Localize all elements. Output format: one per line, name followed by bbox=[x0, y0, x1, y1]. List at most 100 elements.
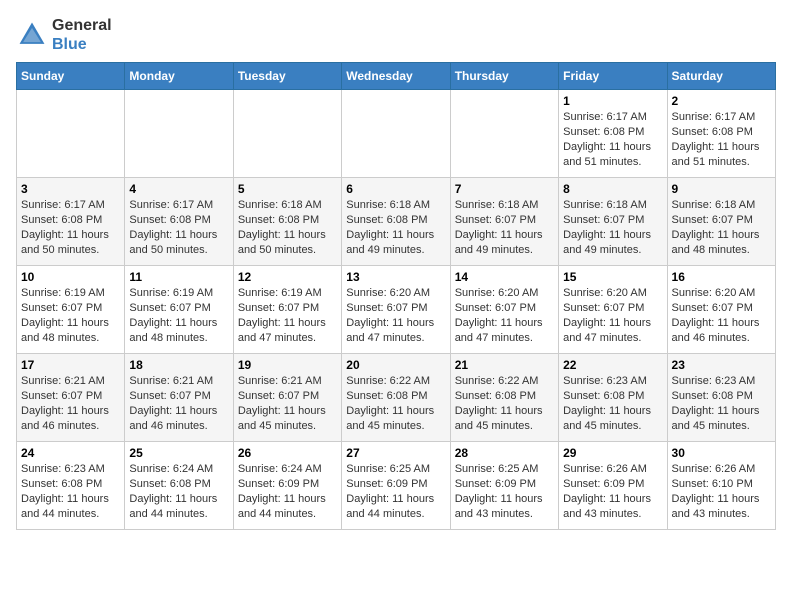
sunset-text: Sunset: 6:08 PM bbox=[563, 126, 644, 138]
calendar-cell bbox=[342, 90, 450, 178]
calendar-cell: 4 Sunrise: 6:17 AM Sunset: 6:08 PM Dayli… bbox=[125, 178, 233, 266]
calendar-week-row: 3 Sunrise: 6:17 AM Sunset: 6:08 PM Dayli… bbox=[17, 178, 776, 266]
logo-icon bbox=[16, 19, 48, 51]
day-info: Sunrise: 6:17 AM Sunset: 6:08 PM Dayligh… bbox=[672, 110, 771, 169]
calendar-cell: 28 Sunrise: 6:25 AM Sunset: 6:09 PM Dayl… bbox=[450, 442, 558, 530]
daylight-text: Daylight: 11 hours and 45 minutes. bbox=[455, 405, 543, 432]
day-info: Sunrise: 6:23 AM Sunset: 6:08 PM Dayligh… bbox=[672, 374, 771, 433]
calendar-cell: 7 Sunrise: 6:18 AM Sunset: 6:07 PM Dayli… bbox=[450, 178, 558, 266]
sunset-text: Sunset: 6:07 PM bbox=[672, 302, 753, 314]
sunrise-text: Sunrise: 6:18 AM bbox=[563, 199, 647, 211]
day-info: Sunrise: 6:23 AM Sunset: 6:08 PM Dayligh… bbox=[21, 462, 120, 521]
sunset-text: Sunset: 6:07 PM bbox=[455, 302, 536, 314]
calendar-cell: 5 Sunrise: 6:18 AM Sunset: 6:08 PM Dayli… bbox=[233, 178, 341, 266]
calendar-cell: 13 Sunrise: 6:20 AM Sunset: 6:07 PM Dayl… bbox=[342, 266, 450, 354]
day-info: Sunrise: 6:17 AM Sunset: 6:08 PM Dayligh… bbox=[21, 198, 120, 257]
sunrise-text: Sunrise: 6:21 AM bbox=[129, 375, 213, 387]
day-info: Sunrise: 6:22 AM Sunset: 6:08 PM Dayligh… bbox=[346, 374, 445, 433]
calendar-cell: 22 Sunrise: 6:23 AM Sunset: 6:08 PM Dayl… bbox=[559, 354, 667, 442]
sunrise-text: Sunrise: 6:19 AM bbox=[129, 287, 213, 299]
sunset-text: Sunset: 6:09 PM bbox=[346, 478, 427, 490]
col-header-monday: Monday bbox=[125, 63, 233, 90]
sunset-text: Sunset: 6:08 PM bbox=[129, 214, 210, 226]
day-number: 3 bbox=[21, 182, 120, 196]
calendar-cell: 16 Sunrise: 6:20 AM Sunset: 6:07 PM Dayl… bbox=[667, 266, 775, 354]
col-header-wednesday: Wednesday bbox=[342, 63, 450, 90]
day-info: Sunrise: 6:20 AM Sunset: 6:07 PM Dayligh… bbox=[672, 286, 771, 345]
day-number: 17 bbox=[21, 358, 120, 372]
calendar-cell: 27 Sunrise: 6:25 AM Sunset: 6:09 PM Dayl… bbox=[342, 442, 450, 530]
daylight-text: Daylight: 11 hours and 48 minutes. bbox=[21, 317, 109, 344]
sunrise-text: Sunrise: 6:24 AM bbox=[129, 463, 213, 475]
sunset-text: Sunset: 6:08 PM bbox=[238, 214, 319, 226]
calendar-cell: 24 Sunrise: 6:23 AM Sunset: 6:08 PM Dayl… bbox=[17, 442, 125, 530]
calendar-cell: 14 Sunrise: 6:20 AM Sunset: 6:07 PM Dayl… bbox=[450, 266, 558, 354]
day-number: 11 bbox=[129, 270, 228, 284]
calendar-cell: 11 Sunrise: 6:19 AM Sunset: 6:07 PM Dayl… bbox=[125, 266, 233, 354]
sunset-text: Sunset: 6:08 PM bbox=[563, 390, 644, 402]
sunset-text: Sunset: 6:07 PM bbox=[21, 390, 102, 402]
calendar-cell: 18 Sunrise: 6:21 AM Sunset: 6:07 PM Dayl… bbox=[125, 354, 233, 442]
day-number: 2 bbox=[672, 94, 771, 108]
daylight-text: Daylight: 11 hours and 47 minutes. bbox=[455, 317, 543, 344]
day-number: 19 bbox=[238, 358, 337, 372]
day-info: Sunrise: 6:21 AM Sunset: 6:07 PM Dayligh… bbox=[21, 374, 120, 433]
sunrise-text: Sunrise: 6:17 AM bbox=[21, 199, 105, 211]
calendar-cell: 8 Sunrise: 6:18 AM Sunset: 6:07 PM Dayli… bbox=[559, 178, 667, 266]
daylight-text: Daylight: 11 hours and 46 minutes. bbox=[672, 317, 760, 344]
daylight-text: Daylight: 11 hours and 43 minutes. bbox=[455, 493, 543, 520]
sunset-text: Sunset: 6:07 PM bbox=[346, 302, 427, 314]
day-number: 25 bbox=[129, 446, 228, 460]
col-header-sunday: Sunday bbox=[17, 63, 125, 90]
day-number: 8 bbox=[563, 182, 662, 196]
daylight-text: Daylight: 11 hours and 44 minutes. bbox=[238, 493, 326, 520]
sunrise-text: Sunrise: 6:20 AM bbox=[346, 287, 430, 299]
day-info: Sunrise: 6:20 AM Sunset: 6:07 PM Dayligh… bbox=[346, 286, 445, 345]
calendar-week-row: 1 Sunrise: 6:17 AM Sunset: 6:08 PM Dayli… bbox=[17, 90, 776, 178]
calendar-cell: 21 Sunrise: 6:22 AM Sunset: 6:08 PM Dayl… bbox=[450, 354, 558, 442]
sunset-text: Sunset: 6:09 PM bbox=[238, 478, 319, 490]
day-number: 5 bbox=[238, 182, 337, 196]
day-info: Sunrise: 6:18 AM Sunset: 6:07 PM Dayligh… bbox=[455, 198, 554, 257]
sunrise-text: Sunrise: 6:23 AM bbox=[563, 375, 647, 387]
sunrise-text: Sunrise: 6:25 AM bbox=[346, 463, 430, 475]
calendar-cell: 19 Sunrise: 6:21 AM Sunset: 6:07 PM Dayl… bbox=[233, 354, 341, 442]
calendar-cell: 23 Sunrise: 6:23 AM Sunset: 6:08 PM Dayl… bbox=[667, 354, 775, 442]
day-number: 14 bbox=[455, 270, 554, 284]
day-info: Sunrise: 6:18 AM Sunset: 6:08 PM Dayligh… bbox=[346, 198, 445, 257]
day-info: Sunrise: 6:19 AM Sunset: 6:07 PM Dayligh… bbox=[238, 286, 337, 345]
sunset-text: Sunset: 6:07 PM bbox=[21, 302, 102, 314]
day-number: 22 bbox=[563, 358, 662, 372]
day-info: Sunrise: 6:26 AM Sunset: 6:09 PM Dayligh… bbox=[563, 462, 662, 521]
daylight-text: Daylight: 11 hours and 51 minutes. bbox=[563, 141, 651, 168]
day-info: Sunrise: 6:18 AM Sunset: 6:07 PM Dayligh… bbox=[563, 198, 662, 257]
sunrise-text: Sunrise: 6:18 AM bbox=[455, 199, 539, 211]
day-info: Sunrise: 6:19 AM Sunset: 6:07 PM Dayligh… bbox=[129, 286, 228, 345]
calendar-week-row: 17 Sunrise: 6:21 AM Sunset: 6:07 PM Dayl… bbox=[17, 354, 776, 442]
daylight-text: Daylight: 11 hours and 51 minutes. bbox=[672, 141, 760, 168]
calendar-cell: 17 Sunrise: 6:21 AM Sunset: 6:07 PM Dayl… bbox=[17, 354, 125, 442]
calendar-cell: 9 Sunrise: 6:18 AM Sunset: 6:07 PM Dayli… bbox=[667, 178, 775, 266]
calendar-cell bbox=[125, 90, 233, 178]
calendar-cell: 26 Sunrise: 6:24 AM Sunset: 6:09 PM Dayl… bbox=[233, 442, 341, 530]
sunrise-text: Sunrise: 6:21 AM bbox=[21, 375, 105, 387]
daylight-text: Daylight: 11 hours and 45 minutes. bbox=[238, 405, 326, 432]
sunset-text: Sunset: 6:07 PM bbox=[563, 214, 644, 226]
sunset-text: Sunset: 6:08 PM bbox=[346, 214, 427, 226]
day-number: 27 bbox=[346, 446, 445, 460]
sunset-text: Sunset: 6:07 PM bbox=[238, 302, 319, 314]
daylight-text: Daylight: 11 hours and 44 minutes. bbox=[21, 493, 109, 520]
sunrise-text: Sunrise: 6:17 AM bbox=[129, 199, 213, 211]
day-info: Sunrise: 6:18 AM Sunset: 6:08 PM Dayligh… bbox=[238, 198, 337, 257]
sunset-text: Sunset: 6:07 PM bbox=[129, 390, 210, 402]
calendar-cell: 29 Sunrise: 6:26 AM Sunset: 6:09 PM Dayl… bbox=[559, 442, 667, 530]
daylight-text: Daylight: 11 hours and 45 minutes. bbox=[346, 405, 434, 432]
day-number: 9 bbox=[672, 182, 771, 196]
sunset-text: Sunset: 6:07 PM bbox=[238, 390, 319, 402]
daylight-text: Daylight: 11 hours and 43 minutes. bbox=[563, 493, 651, 520]
col-header-friday: Friday bbox=[559, 63, 667, 90]
daylight-text: Daylight: 11 hours and 50 minutes. bbox=[21, 229, 109, 256]
sunset-text: Sunset: 6:07 PM bbox=[672, 214, 753, 226]
sunset-text: Sunset: 6:09 PM bbox=[563, 478, 644, 490]
col-header-tuesday: Tuesday bbox=[233, 63, 341, 90]
